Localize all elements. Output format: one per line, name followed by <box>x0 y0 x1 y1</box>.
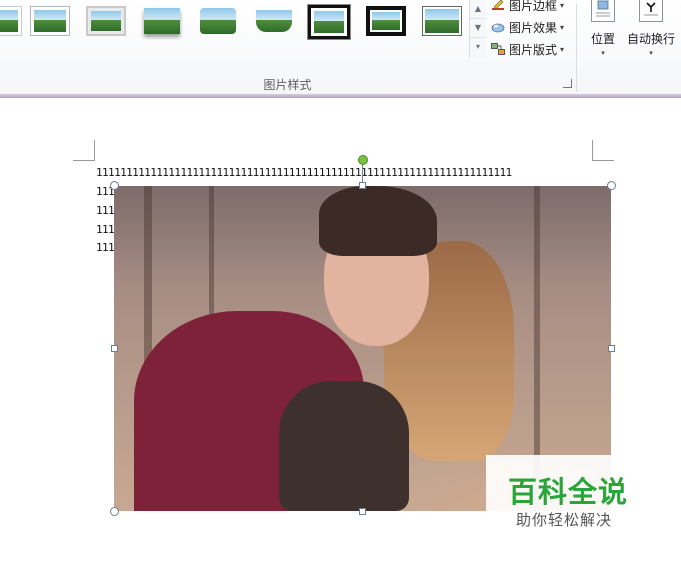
chevron-down-icon: ▾ <box>649 49 653 57</box>
wrap-text-button[interactable]: 自动换行 ▾ <box>623 0 679 70</box>
wrap-text-label: 自动换行 <box>626 32 675 46</box>
resize-handle-top-right[interactable] <box>607 181 616 190</box>
style-thumb[interactable] <box>422 6 462 36</box>
chevron-down-icon: ▾ <box>560 0 565 10</box>
style-thumb[interactable] <box>198 6 238 36</box>
picture-effects-label: 图片效果 <box>509 20 558 35</box>
style-thumb[interactable] <box>307 4 351 40</box>
resize-handle-bottom-left[interactable] <box>110 507 119 516</box>
photo-man-hair <box>319 186 437 256</box>
style-thumb[interactable] <box>86 6 126 36</box>
picture-effects-icon <box>491 21 505 33</box>
position-icon <box>591 0 615 22</box>
gallery-scroll-up-icon[interactable]: ▲ <box>470 0 486 19</box>
page-margin-mark <box>73 160 95 161</box>
resize-handle-top-left[interactable] <box>110 181 119 190</box>
gallery-scrollbar[interactable]: ▲ ▼ ▾ <box>469 0 486 58</box>
picture-styles-group-label: 图片样式 <box>263 78 312 92</box>
resize-handle-bottom[interactable] <box>359 508 366 515</box>
gallery-scroll-down-icon[interactable]: ▼ <box>470 19 486 38</box>
resize-handle-top[interactable] <box>359 182 366 189</box>
page-margin-mark <box>592 160 614 161</box>
style-thumb[interactable] <box>366 6 406 36</box>
position-label: 位置 <box>590 32 615 46</box>
watermark-subtitle: 助你轻松解决 <box>516 511 613 529</box>
gallery-more-icon[interactable]: ▾ <box>470 38 486 56</box>
page-margin-mark <box>592 140 593 161</box>
dialog-launcher-icon[interactable] <box>563 79 572 88</box>
watermark-title: 百科全说 <box>508 475 629 509</box>
picture-border-label: 图片边框 <box>509 0 558 13</box>
document-text-line[interactable]: 1111111111111111111111111111111111111111… <box>96 166 594 179</box>
watermark: 百科全说 助你轻松解决 <box>486 455 656 537</box>
wrap-text-icon <box>639 0 663 22</box>
resize-handle-left[interactable] <box>111 345 118 352</box>
picture-styles-gallery <box>0 0 470 60</box>
picture-effects-button[interactable]: 图片效果 ▾ <box>491 18 564 36</box>
picture-border-button[interactable]: 图片边框 ▾ <box>491 0 564 14</box>
resize-handle-right[interactable] <box>608 345 615 352</box>
chevron-down-icon: ▾ <box>560 22 565 32</box>
rotate-handle[interactable] <box>358 155 368 165</box>
picture-layout-icon <box>491 43 505 55</box>
document-text-line[interactable]: 111 <box>96 223 116 236</box>
style-thumb[interactable] <box>0 6 22 36</box>
chevron-down-icon: ▾ <box>560 44 565 54</box>
page-margin-mark <box>94 140 95 161</box>
pencil-border-icon <box>491 0 505 11</box>
style-thumb[interactable] <box>142 6 182 36</box>
chevron-down-icon: ▾ <box>601 49 605 57</box>
document-text-line[interactable]: 111 <box>96 241 116 254</box>
photo-leather-jacket <box>279 381 409 511</box>
style-thumb[interactable] <box>30 6 70 36</box>
picture-layout-label: 图片版式 <box>509 42 558 57</box>
ribbon-bottom-border <box>0 94 681 98</box>
style-thumb[interactable] <box>254 6 294 36</box>
position-button[interactable]: 位置 ▾ <box>577 0 629 70</box>
document-text-line[interactable]: 111 <box>96 204 116 217</box>
picture-layout-button[interactable]: 图片版式 ▾ <box>491 40 564 58</box>
picture-tools-ribbon: ▲ ▼ ▾ 图片边框 ▾ 图片效果 ▾ 图片版式 ▾ 图片样式 位置 ▾ 自动换… <box>0 0 681 97</box>
